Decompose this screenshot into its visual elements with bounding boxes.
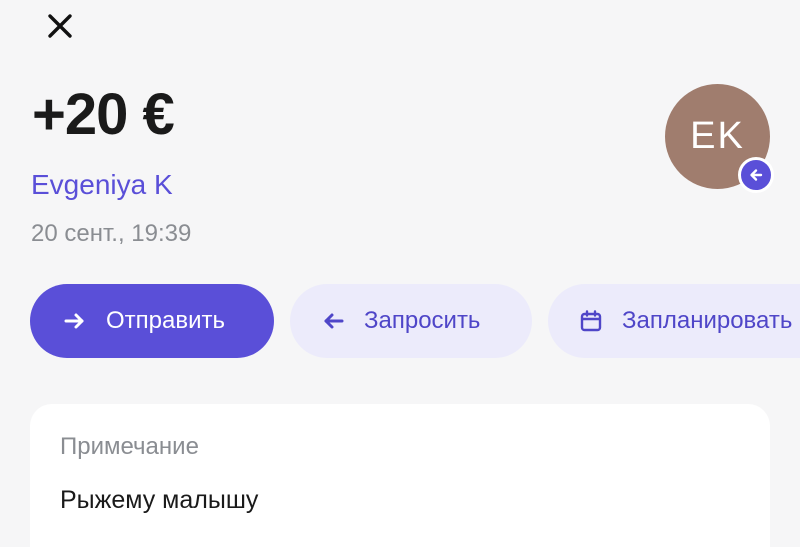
note-text: Рыжему малышу bbox=[60, 486, 259, 515]
request-button-label: Запросить bbox=[364, 307, 481, 334]
transaction-amount: +20 € bbox=[32, 82, 175, 147]
close-button[interactable] bbox=[40, 10, 80, 46]
transaction-datetime: 20 сент., 19:39 bbox=[31, 220, 192, 247]
schedule-button-label: Запланировать bbox=[622, 307, 793, 334]
calendar-icon bbox=[578, 308, 604, 334]
incoming-direction-badge bbox=[738, 157, 774, 193]
action-buttons-row: Отправить Запросить Запланировать bbox=[30, 284, 800, 358]
note-card[interactable]: Примечание Рыжему малышу bbox=[30, 404, 770, 547]
arrow-right-icon bbox=[62, 308, 88, 334]
schedule-button[interactable]: Запланировать bbox=[548, 284, 800, 358]
send-button-label: Отправить bbox=[106, 307, 226, 334]
counterparty-name[interactable]: Evgeniya K bbox=[31, 169, 173, 201]
request-button[interactable]: Запросить bbox=[290, 284, 532, 358]
arrow-left-icon bbox=[748, 167, 764, 183]
send-button[interactable]: Отправить bbox=[30, 284, 274, 358]
arrow-left-icon bbox=[320, 308, 346, 334]
note-label: Примечание bbox=[60, 433, 199, 460]
close-icon bbox=[47, 13, 73, 44]
avatar-initials: EK bbox=[690, 115, 745, 157]
